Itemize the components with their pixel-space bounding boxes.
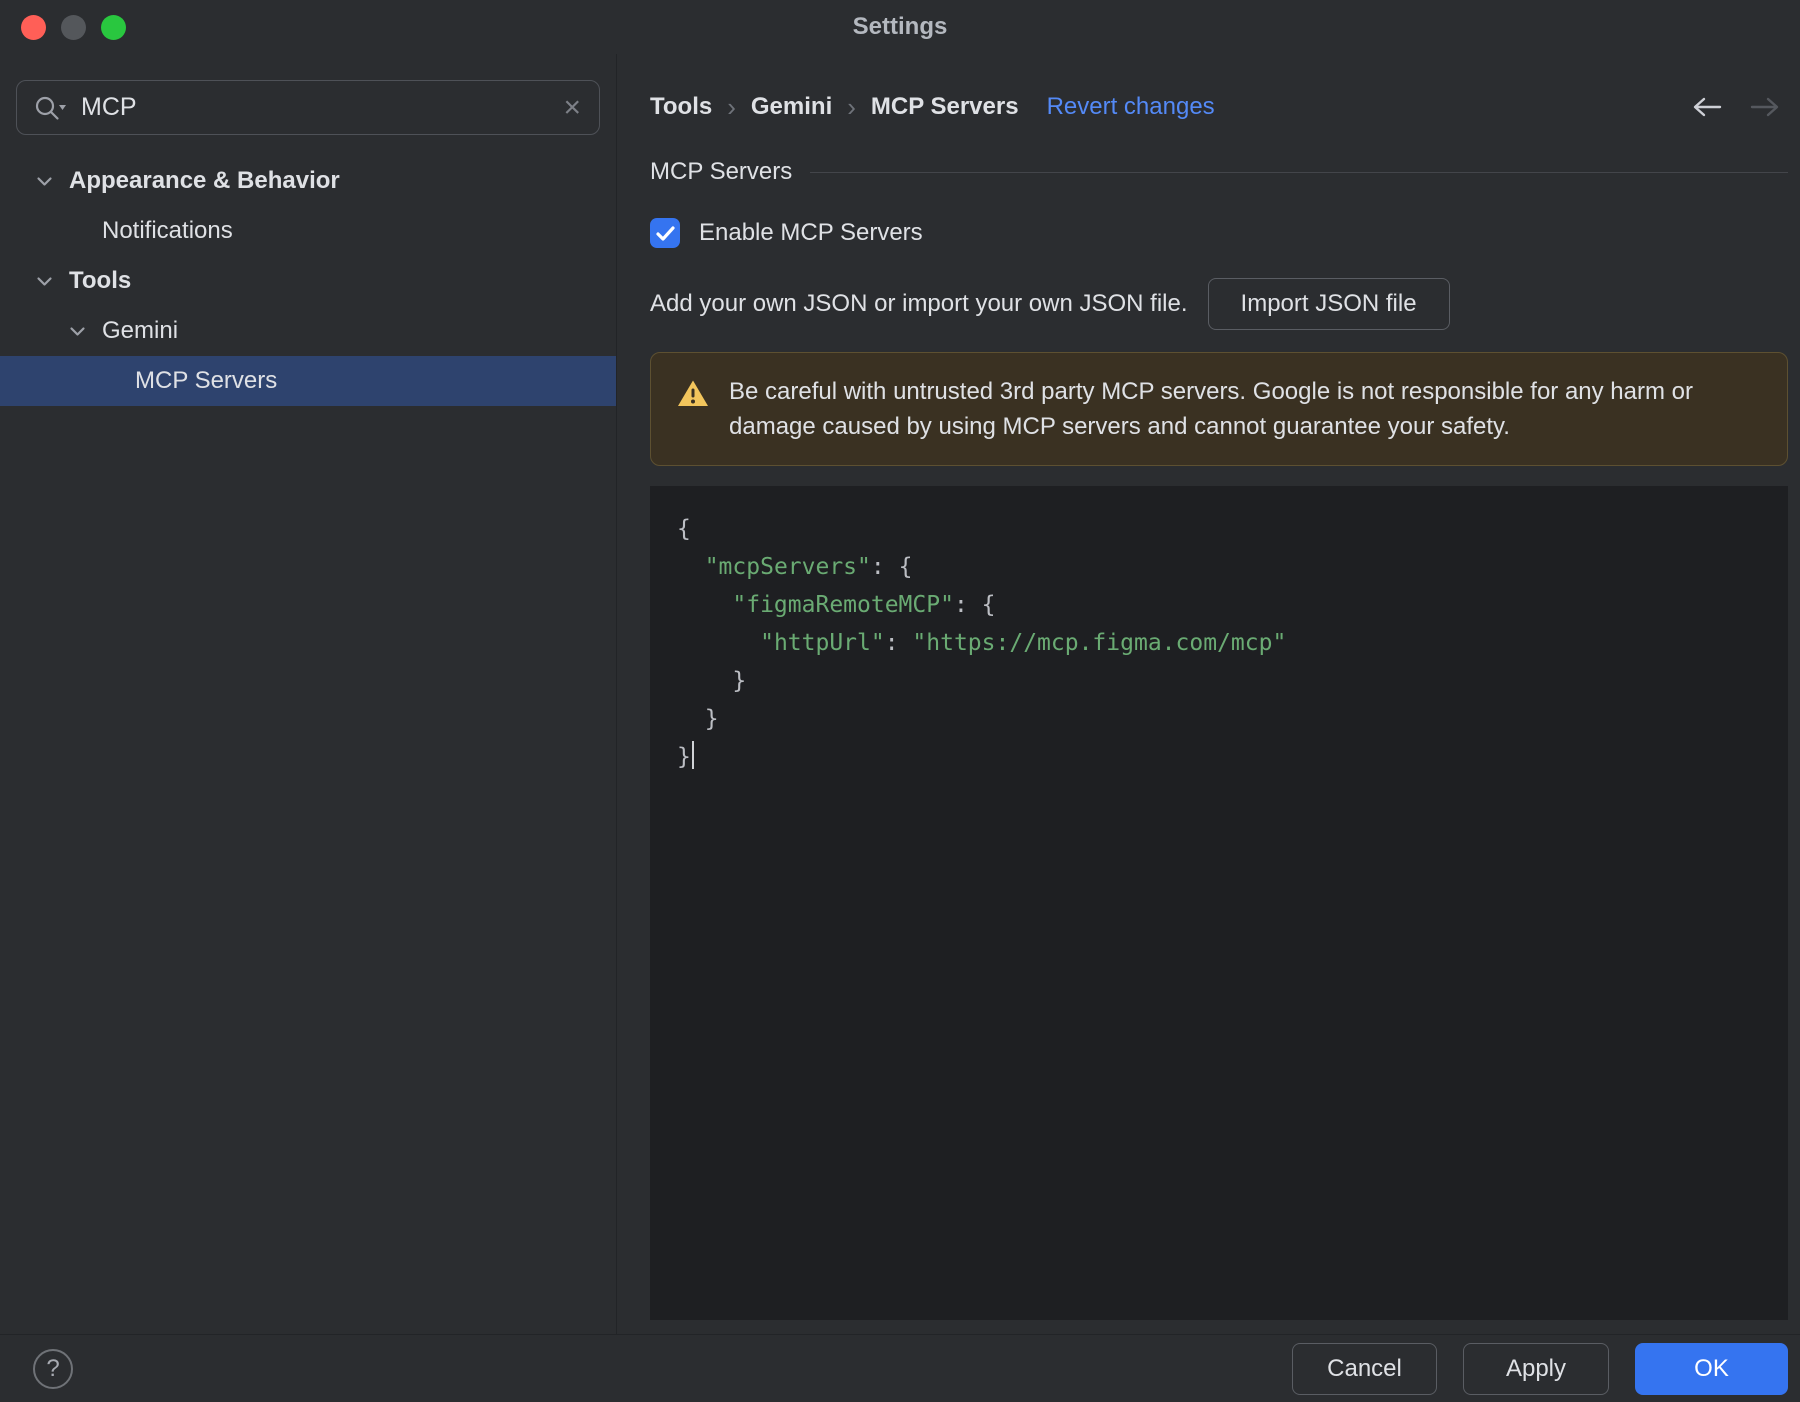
code-string: "https://mcp.figma.com/mcp" [912,630,1287,656]
forward-arrow-icon[interactable] [1750,96,1780,118]
breadcrumb: Tools › Gemini › MCP Servers [650,92,1019,123]
cancel-button[interactable]: Cancel [1292,1342,1437,1395]
chevron-down-icon[interactable] [69,326,102,337]
settings-window: Settings × Appearance & Behavior Notifica… [0,0,1800,1402]
code-line: } [677,738,1768,776]
settings-sidebar: × Appearance & Behavior Notifications Tool… [0,54,617,1334]
code-punctuation: { [677,516,691,542]
section-title: MCP Servers [650,158,793,185]
warning-banner: Be careful with untrusted 3rd party MCP … [650,352,1788,466]
tree-item-label: Appearance & Behavior [69,167,340,194]
search-input[interactable] [81,93,552,122]
breadcrumb-item[interactable]: MCP Servers [871,93,1019,121]
tree-item-appearance-behavior[interactable]: Appearance & Behavior [0,156,616,206]
code-line: "mcpServers": { [677,548,1768,586]
back-arrow-icon[interactable] [1692,96,1722,118]
enable-mcp-label: Enable MCP Servers [699,219,923,246]
window-title: Settings [852,13,948,40]
tree-item-label: Notifications [102,217,233,244]
breadcrumb-separator: › [847,91,856,122]
code-line: { [677,510,1768,548]
code-key: "mcpServers" [704,554,871,580]
breadcrumb-separator: › [727,91,736,122]
json-editor-code: { "mcpServers": { "figmaRemoteMCP": { "h… [677,510,1768,776]
settings-content: Tools › Gemini › MCP Servers Revert changes [617,54,1800,1334]
code-punctuation [677,554,705,580]
code-punctuation: : { [953,592,996,618]
breadcrumb-row: Tools › Gemini › MCP Servers Revert changes [650,90,1788,124]
code-punctuation: } [677,744,691,770]
dialog-footer: ? Cancel Apply OK [0,1334,1800,1402]
breadcrumb-item[interactable]: Gemini [751,93,832,121]
code-key: "figmaRemoteMCP" [732,592,954,618]
code-punctuation: : { [870,554,913,580]
tree-item-label: Tools [69,267,132,294]
code-key: "httpUrl" [760,630,885,656]
code-punctuation: } [677,706,719,732]
search-icon [33,94,69,122]
breadcrumb-item[interactable]: Tools [650,93,712,121]
tree-item-gemini[interactable]: Gemini [0,306,616,356]
code-punctuation: } [677,668,747,694]
import-hint-text: Add your own JSON or import your own JSO… [650,290,1188,317]
clear-search-icon[interactable]: × [563,92,581,123]
json-editor[interactable]: { "mcpServers": { "figmaRemoteMCP": { "h… [650,486,1788,1320]
ok-button[interactable]: OK [1635,1342,1788,1395]
zoom-button[interactable] [101,15,126,40]
tree-item-tools[interactable]: Tools [0,256,616,306]
tree-item-label: MCP Servers [135,367,278,394]
warning-icon [677,379,709,413]
code-line: } [677,700,1768,738]
minimize-button[interactable] [61,15,86,40]
code-line: "figmaRemoteMCP": { [677,586,1768,624]
checkmark-icon [655,225,675,241]
tree-item-label: Gemini [102,317,179,344]
chevron-down-icon[interactable] [36,176,69,187]
title-bar: Settings [0,0,1800,54]
apply-button[interactable]: Apply [1463,1342,1609,1395]
section-divider [810,171,1788,173]
code-punctuation [677,592,732,618]
main-area: × Appearance & Behavior Notifications Tool… [0,54,1800,1334]
help-button[interactable]: ? [33,1348,73,1389]
chevron-down-icon[interactable] [36,276,69,287]
tree-item-notifications[interactable]: Notifications [0,206,616,256]
settings-tree: Appearance & Behavior Notifications Tools G… [0,156,616,406]
tree-item-mcp-servers[interactable]: MCP Servers [0,356,616,406]
code-line: } [677,662,1768,700]
code-punctuation [677,630,760,656]
text-caret [691,741,694,769]
history-arrows [1692,96,1788,118]
code-punctuation: : [884,630,913,656]
import-row: Add your own JSON or import your own JSO… [650,278,1788,330]
revert-changes-link[interactable]: Revert changes [1047,93,1215,121]
warning-text: Be careful with untrusted 3rd party MCP … [729,378,1693,440]
close-button[interactable] [21,15,46,40]
section-header: MCP Servers [650,158,1788,186]
search-field[interactable]: × [16,80,600,135]
enable-mcp-checkbox[interactable] [650,218,680,248]
enable-mcp-row: Enable MCP Servers [650,218,1788,248]
code-line: "httpUrl": "https://mcp.figma.com/mcp" [677,624,1768,662]
traffic-lights [21,15,126,40]
import-json-button[interactable]: Import JSON file [1207,278,1450,330]
footer-buttons: Cancel Apply OK [1292,1342,1788,1395]
